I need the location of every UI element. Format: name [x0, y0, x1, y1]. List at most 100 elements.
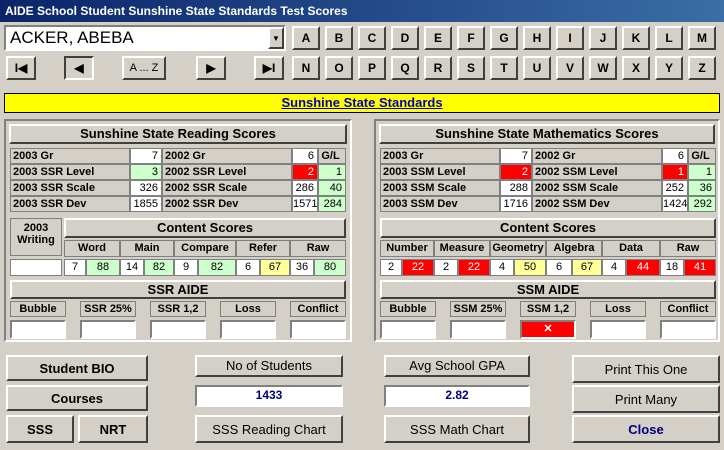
reading-content-value: 6	[236, 259, 260, 276]
ssm-aide-col: Conflict	[660, 301, 716, 317]
letter-button-i[interactable]: I	[556, 26, 584, 50]
ssr-aide-box[interactable]	[290, 320, 346, 339]
ssm-aide-box[interactable]	[660, 320, 716, 339]
letter-button-p[interactable]: P	[358, 56, 386, 80]
letter-button-w[interactable]: W	[589, 56, 617, 80]
reading-row-value-3: 40	[318, 180, 346, 196]
math-content-value: 18	[660, 259, 684, 276]
student-select[interactable]: ACKER, ABEBA ▼	[4, 25, 286, 51]
letter-button-y[interactable]: Y	[655, 56, 683, 80]
nrt-button[interactable]: NRT	[78, 415, 148, 443]
ssm-aide-box[interactable]	[380, 320, 436, 339]
math-row-label-1: 2003 SSM Dev	[380, 196, 500, 212]
ssr-aide-title: SSR AIDE	[10, 280, 346, 299]
letter-button-c[interactable]: C	[358, 26, 386, 50]
sss-reading-chart-button[interactable]: SSS Reading Chart	[195, 415, 343, 443]
sunshine-banner-link[interactable]: Sunshine State Standards	[4, 93, 720, 113]
no-of-students-label: No of Students	[195, 355, 343, 377]
letter-button-z[interactable]: Z	[688, 56, 716, 80]
sss-math-chart-button[interactable]: SSS Math Chart	[384, 415, 530, 443]
letter-button-k[interactable]: K	[622, 26, 650, 50]
reading-row-value-2: 286	[292, 180, 318, 196]
print-many-button[interactable]: Print Many	[572, 385, 720, 413]
print-this-one-button[interactable]: Print This One	[572, 355, 720, 383]
letter-button-n[interactable]: N	[292, 56, 320, 80]
ssr-aide-col: Conflict	[290, 301, 346, 317]
ssr-aide-box[interactable]	[10, 320, 66, 339]
last-record-button[interactable]: ▶I	[254, 56, 284, 80]
letter-button-a[interactable]: A	[292, 26, 320, 50]
reading-content-title: Content Scores	[64, 218, 346, 238]
ssr-aide-box[interactable]	[220, 320, 276, 339]
next-icon: ▶	[206, 61, 216, 75]
student-bio-button[interactable]: Student BIO	[6, 355, 148, 381]
math-content-col: Geometry	[490, 240, 546, 257]
math-row-label-1: 2003 Gr	[380, 148, 500, 164]
math-row-value-1: 288	[500, 180, 532, 196]
math-content-value: 2	[434, 259, 458, 276]
reading-row-value-2: 1571	[292, 196, 318, 212]
ssm-aide-title: SSM AIDE	[380, 280, 716, 299]
letter-button-g[interactable]: G	[490, 26, 518, 50]
letter-button-o[interactable]: O	[325, 56, 353, 80]
letter-button-e[interactable]: E	[424, 26, 452, 50]
math-content-col: Algebra	[546, 240, 602, 257]
prev-record-button[interactable]: ◀	[64, 56, 94, 80]
reading-row-value-1: 3	[130, 164, 162, 180]
last-icon: ▶I	[262, 61, 276, 75]
courses-button[interactable]: Courses	[6, 385, 148, 411]
ssr-aide-box[interactable]	[80, 320, 136, 339]
gpa-value: 2.82	[384, 385, 530, 407]
ssm-12-flag[interactable]: ✕	[520, 320, 576, 339]
letter-button-f[interactable]: F	[457, 26, 485, 50]
reading-row-label-1: 2003 SSR Scale	[10, 180, 130, 196]
x-mark-icon: ✕	[543, 323, 553, 335]
math-content-value: 50	[514, 259, 546, 276]
ssm-aide-col: Bubble	[380, 301, 436, 317]
math-content-col: Data	[602, 240, 660, 257]
ssm-aide-box[interactable]	[590, 320, 646, 339]
letter-button-s[interactable]: S	[457, 56, 485, 80]
reading-row-value-2: 6	[292, 148, 318, 164]
ssr-aide-col: Loss	[220, 301, 276, 317]
ssr-aide-col: SSR 25%	[80, 301, 136, 317]
reading-row-label-2: 2002 SSR Dev	[162, 196, 292, 212]
math-row-label-2: 2002 SSM Dev	[532, 196, 662, 212]
math-row-label-2: 2002 SSM Scale	[532, 180, 662, 196]
ssr-aide-col: Bubble	[10, 301, 66, 317]
letter-button-r[interactable]: R	[424, 56, 452, 80]
reading-row-value-1: 326	[130, 180, 162, 196]
letter-button-t[interactable]: T	[490, 56, 518, 80]
ssm-aide-col: SSM 25%	[450, 301, 506, 317]
ssr-aide-box[interactable]	[150, 320, 206, 339]
range-button[interactable]: A ... Z	[122, 56, 166, 80]
reading-content-col: Main	[120, 240, 174, 257]
letter-button-q[interactable]: Q	[391, 56, 419, 80]
math-row-value-1: 7	[500, 148, 532, 164]
ssm-aide-box[interactable]	[450, 320, 506, 339]
math-content-value: 44	[626, 259, 660, 276]
next-record-button[interactable]: ▶	[196, 56, 226, 80]
letter-button-v[interactable]: V	[556, 56, 584, 80]
ssr-aide-col: SSR 1,2	[150, 301, 206, 317]
letter-button-l[interactable]: L	[655, 26, 683, 50]
letter-button-m[interactable]: M	[688, 26, 716, 50]
math-row-value-2: 1	[662, 164, 688, 180]
first-icon: I◀	[14, 61, 28, 75]
math-content-value: 67	[572, 259, 602, 276]
close-button[interactable]: Close	[572, 415, 720, 443]
letter-button-d[interactable]: D	[391, 26, 419, 50]
reading-title: Sunshine State Reading Scores	[9, 124, 347, 144]
sss-button[interactable]: SSS	[6, 415, 74, 443]
reading-content-col: Word	[64, 240, 120, 257]
letter-button-j[interactable]: J	[589, 26, 617, 50]
letter-button-b[interactable]: B	[325, 26, 353, 50]
letter-button-u[interactable]: U	[523, 56, 551, 80]
letter-button-x[interactable]: X	[622, 56, 650, 80]
reading-content-value: 7	[64, 259, 86, 276]
first-record-button[interactable]: I◀	[6, 56, 36, 80]
reading-row-value-3: 284	[318, 196, 346, 212]
math-row-value-1: 1716	[500, 196, 532, 212]
dropdown-arrow-icon[interactable]: ▼	[268, 27, 284, 49]
letter-button-h[interactable]: H	[523, 26, 551, 50]
